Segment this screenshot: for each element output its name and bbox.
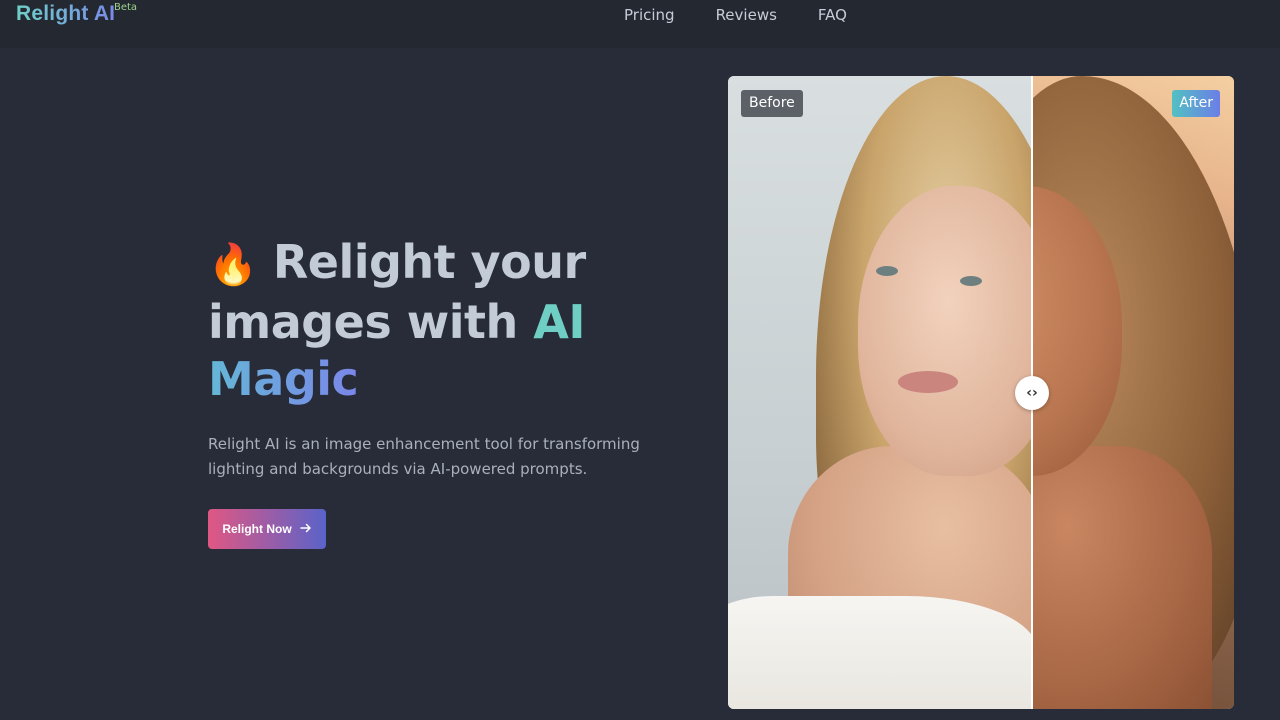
relight-now-button[interactable]: Relight Now bbox=[208, 509, 326, 549]
main-nav: Pricing Reviews FAQ bbox=[624, 6, 847, 24]
nav-pricing[interactable]: Pricing bbox=[624, 6, 675, 24]
before-label: Before bbox=[741, 90, 803, 117]
nav-reviews[interactable]: Reviews bbox=[716, 6, 777, 24]
before-after-comparison[interactable]: ‹› Before After bbox=[728, 76, 1234, 709]
top-navbar: Relight AI Beta Pricing Reviews FAQ bbox=[0, 0, 1280, 48]
hero-title: 🔥 Relight your images with AI Magic bbox=[208, 234, 688, 408]
after-image bbox=[1032, 76, 1234, 709]
hero-description: Relight AI is an image enhancement tool … bbox=[208, 435, 640, 478]
arrow-right-icon bbox=[299, 522, 312, 537]
before-image bbox=[728, 76, 1032, 709]
hero-title-accent: AI bbox=[533, 295, 585, 349]
hero-title-text: Relight your images with bbox=[208, 235, 586, 349]
relight-now-label: Relight Now bbox=[222, 522, 292, 536]
logo[interactable]: Relight AI bbox=[16, 2, 115, 26]
hero-title-accent-magic: Magic bbox=[208, 352, 359, 406]
comparison-slider-handle[interactable]: ‹› bbox=[1015, 376, 1049, 410]
beta-badge: Beta bbox=[114, 2, 138, 13]
fire-icon: 🔥 bbox=[208, 242, 258, 288]
nav-faq[interactable]: FAQ bbox=[818, 6, 847, 24]
after-label: After bbox=[1172, 90, 1220, 117]
